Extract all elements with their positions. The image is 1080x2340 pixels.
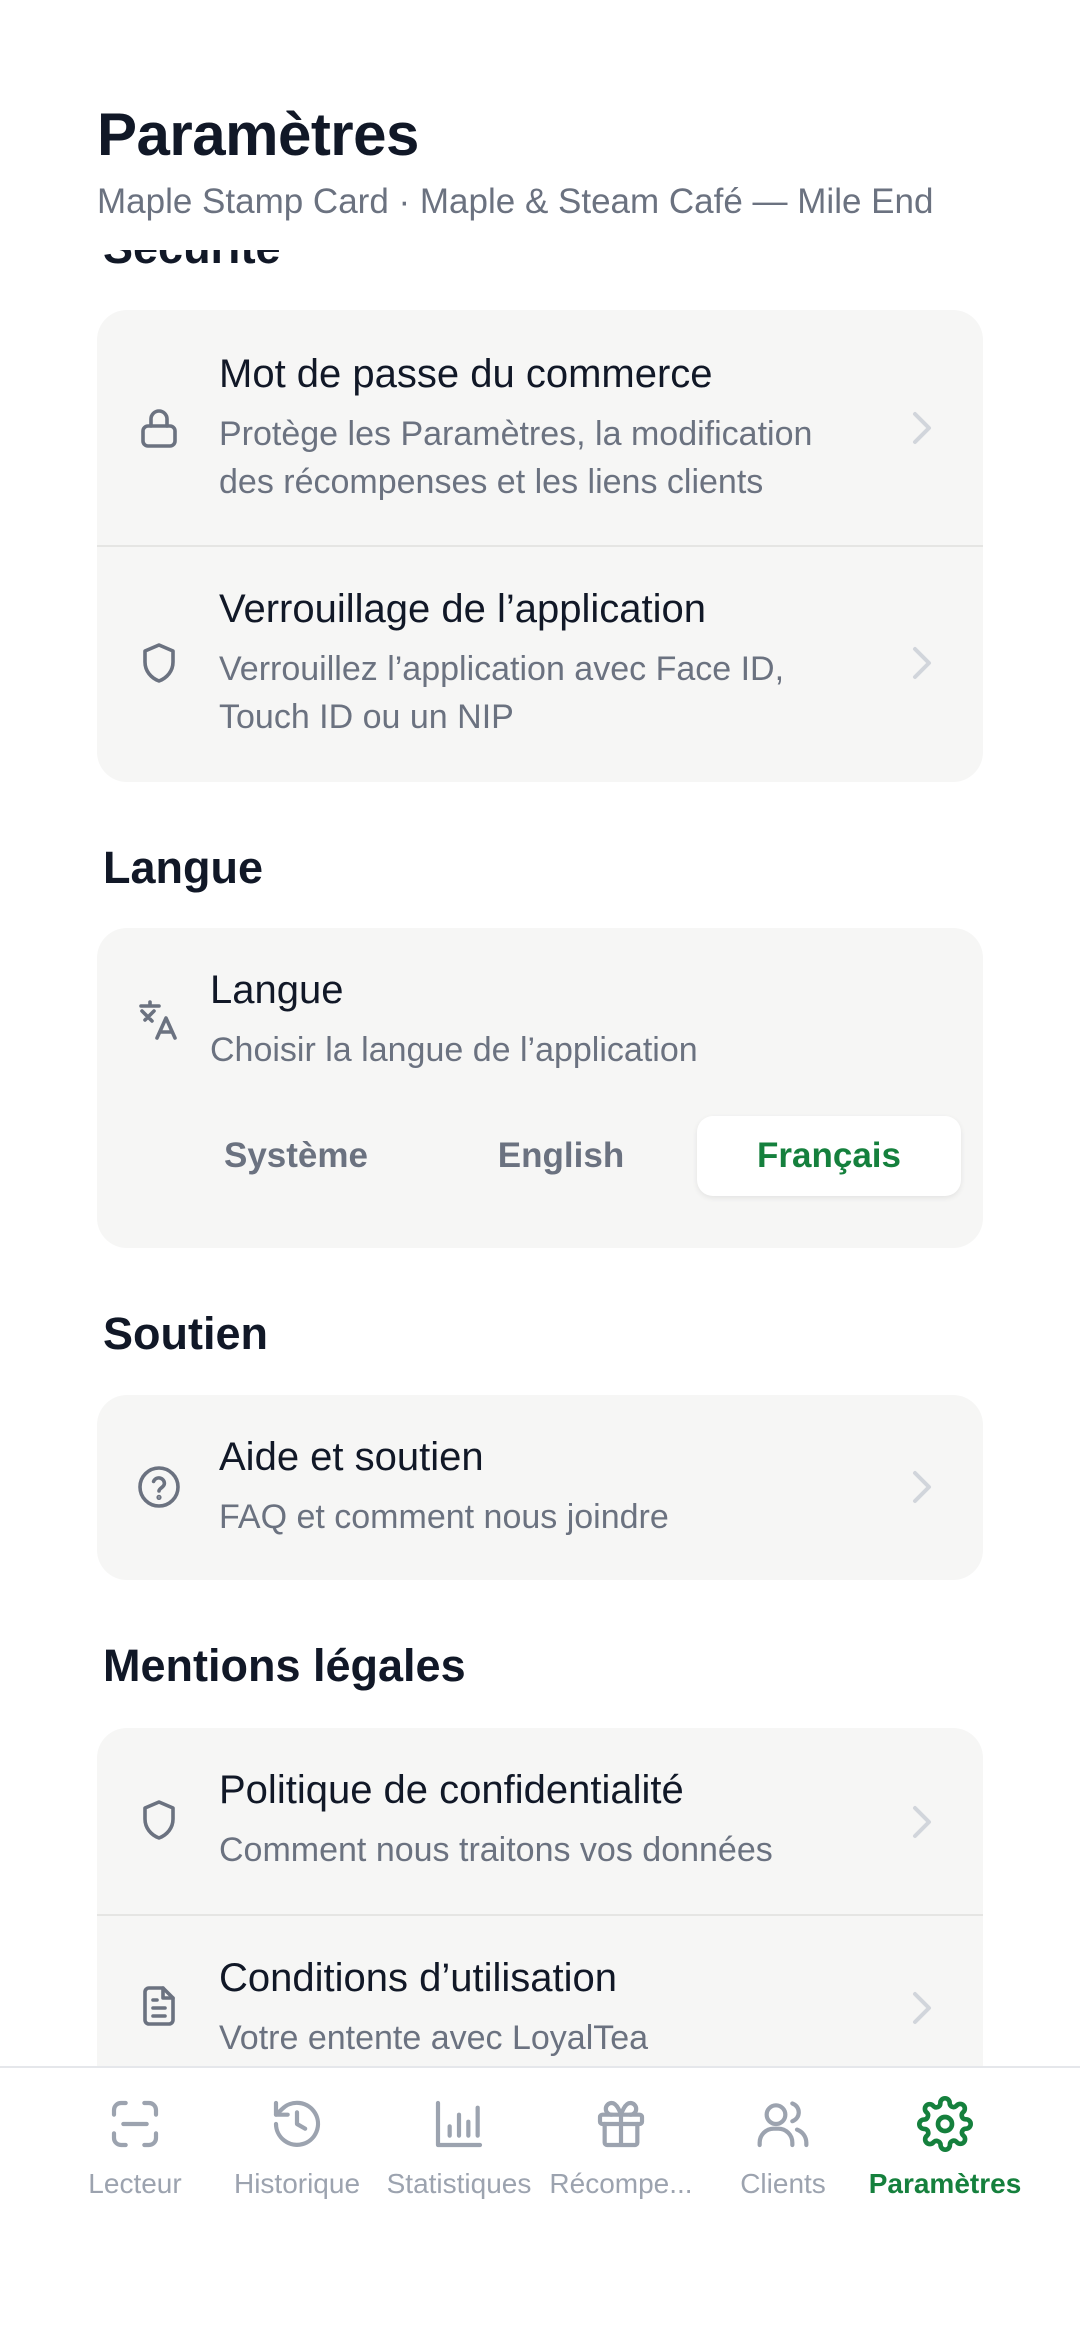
row-app-lock[interactable]: Verrouillage de l’application Verrouille…: [97, 547, 983, 782]
history-icon: [269, 2096, 325, 2152]
section-title-support: Soutien: [103, 1308, 268, 1359]
legal-card: Politique de confidentialité Comment nou…: [97, 1728, 983, 2066]
scan-icon: [107, 2096, 163, 2152]
row-title: Verrouillage de l’application: [219, 587, 706, 631]
translate-icon: [135, 996, 183, 1044]
support-card: Aide et soutien FAQ et comment nous join…: [97, 1395, 983, 1580]
shield-icon: [135, 639, 183, 687]
language-option-english[interactable]: English: [432, 1116, 690, 1196]
row-privacy-policy[interactable]: Politique de confidentialité Comment nou…: [97, 1728, 983, 1914]
lock-icon: [135, 404, 183, 452]
chevron-right-icon: [911, 1469, 933, 1505]
row-title: Langue: [210, 968, 344, 1012]
row-title: Aide et soutien: [219, 1435, 484, 1479]
row-description: Protège les Paramètres, la modification …: [219, 415, 813, 501]
chevron-right-icon: [911, 410, 933, 446]
tab-rewards[interactable]: Récompe...: [536, 2096, 706, 2206]
chevron-right-icon: [911, 645, 933, 681]
tab-settings[interactable]: Paramètres: [860, 2096, 1030, 2206]
users-icon: [755, 2096, 811, 2152]
row-description: Votre entente avec LoyalTea: [219, 2019, 649, 2057]
language-segmented-control: Système English Français: [167, 1116, 963, 1196]
row-description: Choisir la langue de l’application: [210, 1031, 698, 1069]
language-option-french[interactable]: Français: [697, 1116, 961, 1196]
page-header: Paramètres Maple Stamp Card · Maple & St…: [0, 0, 1080, 250]
shield-icon: [135, 1796, 183, 1844]
language-card: Langue Choisir la langue de l’applicatio…: [97, 928, 983, 1248]
gift-icon: [593, 2096, 649, 2152]
row-title: Conditions d’utilisation: [219, 1956, 618, 2000]
section-title-language: Langue: [103, 842, 264, 893]
row-title: Mot de passe du commerce: [219, 352, 713, 396]
chevron-right-icon: [911, 1804, 933, 1840]
row-description: Verrouillez l’application avec Face ID, …: [219, 650, 785, 736]
tab-reader[interactable]: Lecteur: [50, 2096, 220, 2206]
row-title: Politique de confidentialité: [219, 1768, 684, 1812]
tab-label: Paramètres: [868, 2168, 1022, 2199]
gear-icon: [917, 2096, 973, 2152]
section-title-legal: Mentions légales: [103, 1640, 466, 1691]
tab-history[interactable]: Historique: [212, 2096, 382, 2206]
bottom-tab-bar: Lecteur Historique Statistiques Récompe.…: [0, 2066, 1080, 2340]
tab-clients[interactable]: Clients: [698, 2096, 868, 2206]
row-description: FAQ et comment nous joindre: [219, 1498, 669, 1536]
page-subtitle: Maple Stamp Card · Maple & Steam Café — …: [97, 182, 934, 221]
bar-chart-icon: [431, 2096, 487, 2152]
row-business-password[interactable]: Mot de passe du commerce Protège les Par…: [97, 310, 983, 546]
chevron-right-icon: [911, 1990, 933, 2026]
security-card: Mot de passe du commerce Protège les Par…: [97, 310, 983, 782]
row-description: Comment nous traitons vos données: [219, 1831, 773, 1869]
page-title: Paramètres: [97, 101, 419, 168]
tab-statistics[interactable]: Statistiques: [374, 2096, 544, 2206]
row-help-support[interactable]: Aide et soutien FAQ et comment nous join…: [97, 1395, 983, 1580]
row-terms-of-use[interactable]: Conditions d’utilisation Votre entente a…: [97, 1916, 983, 2066]
language-option-system[interactable]: Système: [167, 1116, 425, 1196]
document-icon: [135, 1982, 183, 2030]
help-circle-icon: [135, 1463, 183, 1511]
settings-scroll-area[interactable]: Sécurité Mot de passe du commerce Protèg…: [0, 0, 1080, 2066]
